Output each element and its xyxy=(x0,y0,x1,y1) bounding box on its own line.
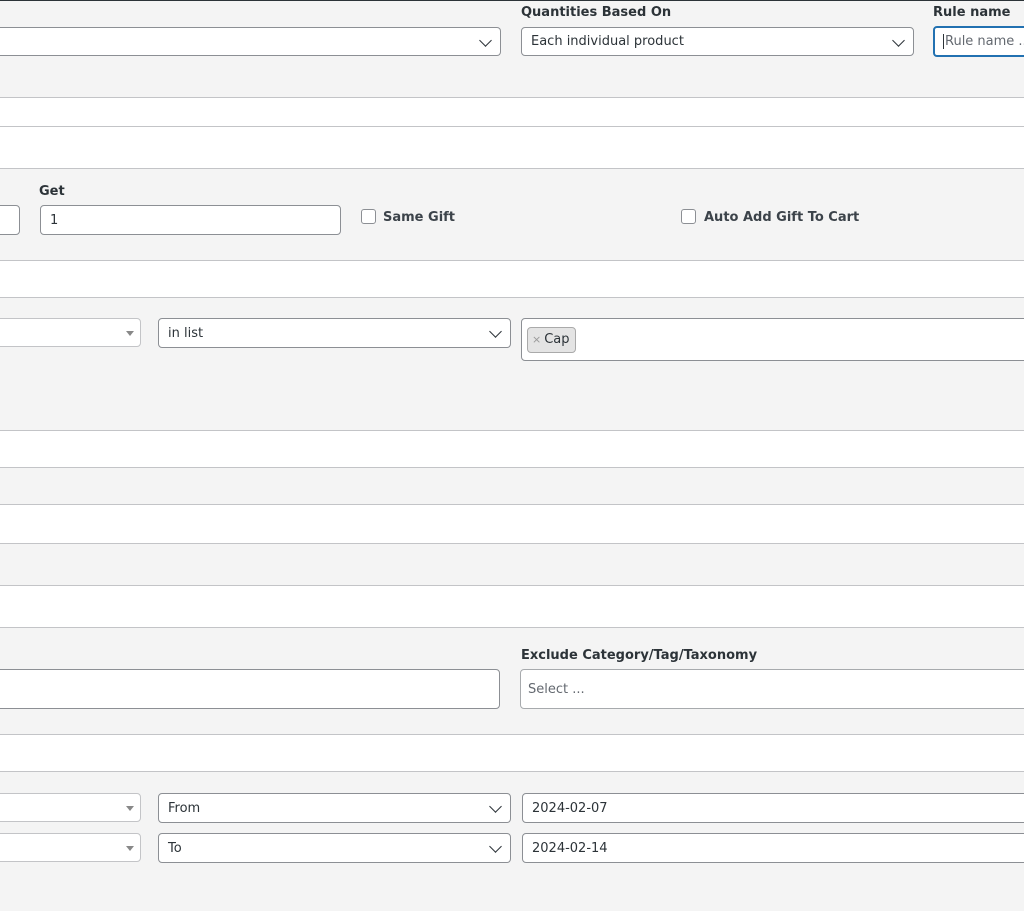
chevron-down-icon xyxy=(489,325,502,338)
dropdown-arrow-icon xyxy=(126,330,134,336)
same-gift-label[interactable]: Same Gift xyxy=(383,210,455,225)
quantities-based-on-label: Quantities Based On xyxy=(521,5,672,20)
date-to-input[interactable]: 2024-02-14 xyxy=(522,833,1024,863)
section-band xyxy=(0,97,1024,127)
quantities-based-on-value: Each individual product xyxy=(531,34,684,49)
condition-operator-select[interactable]: in list xyxy=(158,318,511,348)
buy-quantity-input[interactable] xyxy=(0,205,20,235)
product-tag-label: Cap xyxy=(544,332,570,347)
date-to-value: 2024-02-14 xyxy=(532,840,608,856)
rule-name-placeholder: Rule name ... xyxy=(945,34,1024,49)
chevron-down-icon xyxy=(489,840,502,853)
rule-name-input[interactable]: Rule name ... xyxy=(933,26,1024,57)
date-from-value: 2024-02-07 xyxy=(532,800,608,816)
date-operator-select-from[interactable]: From xyxy=(158,793,511,823)
date-operator-select-to[interactable]: To xyxy=(158,833,511,863)
same-gift-checkbox[interactable] xyxy=(361,209,376,224)
product-tag: × Cap xyxy=(527,326,576,353)
get-quantity-value: 1 xyxy=(50,212,59,228)
chevron-down-icon xyxy=(892,33,905,47)
section-band xyxy=(0,585,1024,628)
rule-type-select[interactable] xyxy=(0,27,501,56)
section-band xyxy=(0,430,1024,468)
section-band xyxy=(0,126,1024,169)
exclude-category-label: Exclude Category/Tag/Taxonomy xyxy=(521,648,758,663)
get-quantity-input[interactable]: 1 xyxy=(40,205,341,235)
include-category-select[interactable] xyxy=(0,669,500,709)
section-band xyxy=(0,260,1024,298)
chevron-down-icon xyxy=(479,33,492,47)
dropdown-arrow-icon xyxy=(126,845,134,851)
exclude-category-select[interactable]: Select ... xyxy=(520,669,1024,709)
auto-add-gift-label[interactable]: Auto Add Gift To Cart xyxy=(704,210,859,225)
remove-tag-icon[interactable]: × xyxy=(532,333,541,346)
date-operator-from-value: From xyxy=(168,800,201,816)
section-band xyxy=(0,504,1024,544)
date-from-input[interactable]: 2024-02-07 xyxy=(522,793,1024,823)
condition-type-select[interactable] xyxy=(0,318,141,347)
date-operator-to-value: To xyxy=(168,840,182,856)
quantities-based-on-select[interactable]: Each individual product xyxy=(521,27,914,56)
auto-add-gift-checkbox[interactable] xyxy=(681,209,696,224)
chevron-down-icon xyxy=(489,800,502,813)
top-border xyxy=(0,0,1024,1)
date-type-select[interactable] xyxy=(0,833,141,862)
condition-products-multiselect[interactable]: × Cap xyxy=(521,318,1024,361)
date-type-select[interactable] xyxy=(0,793,141,822)
exclude-category-placeholder: Select ... xyxy=(528,681,585,697)
text-caret xyxy=(943,34,944,49)
section-band xyxy=(0,734,1024,772)
rule-name-label: Rule name xyxy=(933,5,1011,20)
get-label: Get xyxy=(39,184,65,199)
dropdown-arrow-icon xyxy=(126,805,134,811)
condition-operator-value: in list xyxy=(168,325,204,341)
